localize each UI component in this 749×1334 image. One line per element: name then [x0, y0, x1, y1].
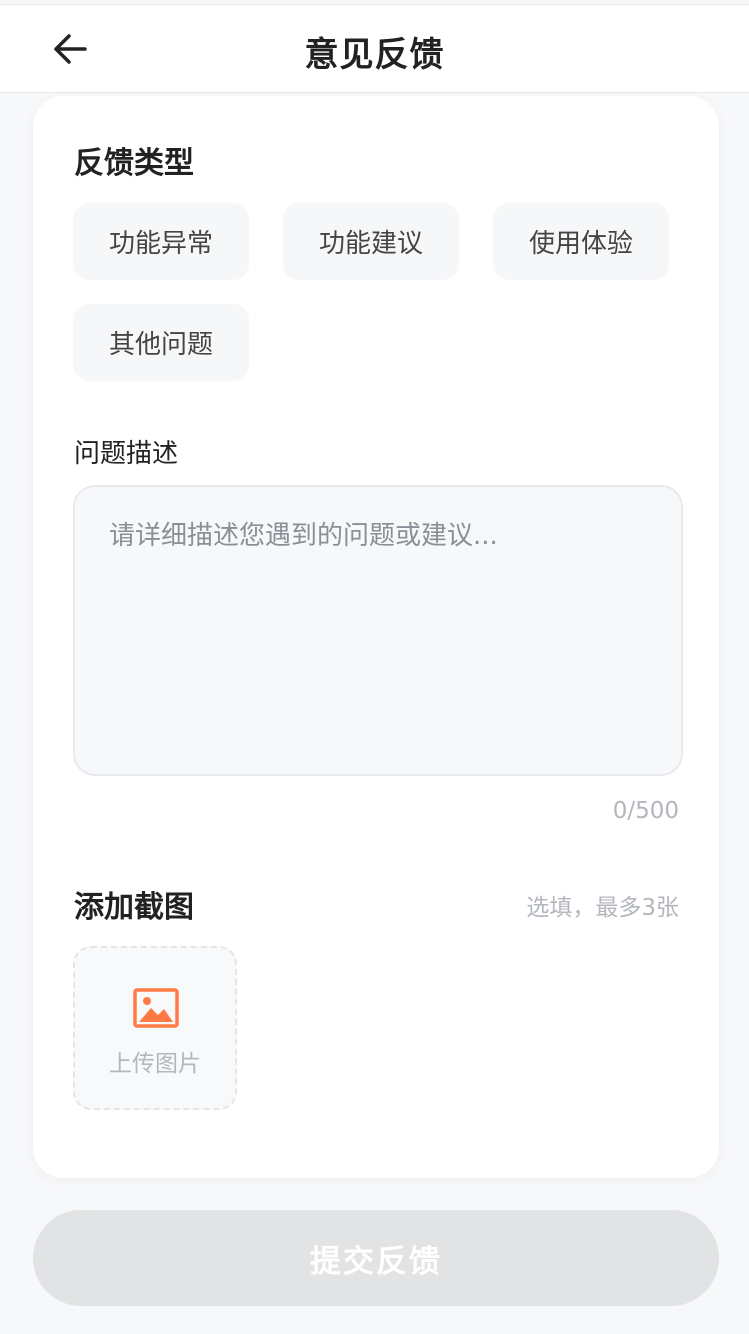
- feedback-card: 反馈类型 功能异常 功能建议 使用体验 其他问题 问题描述 0/500 添加截图…: [33, 96, 719, 1178]
- description-label: 问题描述: [74, 439, 179, 469]
- screenshot-title: 添加截图: [74, 890, 194, 925]
- upload-label: 上传图片: [109, 1051, 201, 1077]
- feedback-type-option-bug[interactable]: 功能异常: [73, 203, 249, 280]
- character-counter: 0/500: [612, 798, 679, 824]
- description-input[interactable]: [73, 485, 683, 776]
- submit-button[interactable]: 提交反馈: [33, 1210, 719, 1306]
- feedback-type-title: 反馈类型: [74, 146, 194, 181]
- screenshot-hint: 选填，最多3张: [526, 895, 679, 921]
- feedback-type-option-other[interactable]: 其他问题: [73, 304, 249, 381]
- page-title: 意见反馈: [304, 35, 445, 75]
- upload-image-button[interactable]: 上传图片: [73, 946, 237, 1110]
- image-icon: [133, 988, 179, 1028]
- feedback-type-option-experience[interactable]: 使用体验: [493, 203, 669, 280]
- feedback-type-option-suggestion[interactable]: 功能建议: [283, 203, 459, 280]
- navigation-bar: 意见反馈: [0, 4, 749, 93]
